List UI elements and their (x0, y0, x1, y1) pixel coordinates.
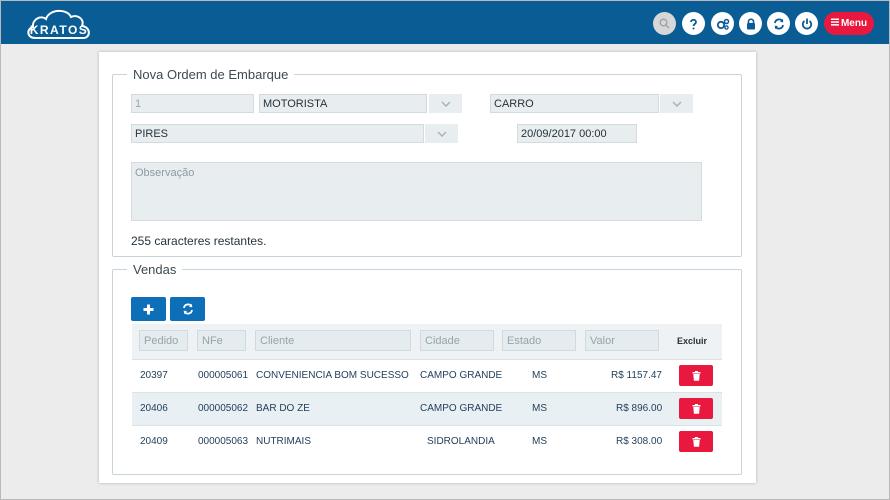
cell-nfe: 000005063 (198, 436, 249, 447)
delete-row-button[interactable] (679, 365, 713, 386)
cell-pedido: 20397 (140, 370, 168, 381)
section-title: Vendas (133, 262, 177, 277)
chevron-down-icon (436, 130, 447, 137)
trash-icon (692, 370, 700, 381)
lock-icon (746, 17, 755, 29)
delete-column-header: Excluir (677, 336, 708, 346)
refresh-button[interactable] (767, 12, 790, 35)
route-select[interactable]: PIRES (131, 124, 424, 143)
table-row[interactable]: 20406 000005062 BAR DO ZE CAMPO GRANDE M… (132, 392, 722, 425)
trash-icon (692, 436, 700, 447)
remaining-characters-text: 255 caracteres restantes. (131, 234, 267, 248)
power-button[interactable] (795, 12, 818, 35)
filter-cliente[interactable]: Cliente (255, 330, 411, 351)
cell-nfe: 000005062 (198, 403, 249, 414)
cell-estado: MS (532, 370, 547, 381)
sales-table: Pedido NFe Cliente Cidade Estado Valor E… (132, 324, 722, 458)
filter-cidade[interactable]: Cidade (420, 330, 494, 351)
cell-valor: R$ 1157.47 (611, 370, 662, 381)
route-dropdown-toggle[interactable] (425, 124, 458, 143)
cell-nfe: 000005061 (198, 370, 249, 381)
lock-button[interactable] (739, 12, 762, 35)
driver-select[interactable]: MOTORISTA (259, 94, 427, 113)
cell-pedido: 20406 (140, 403, 168, 414)
order-number-field[interactable]: 1 (131, 94, 254, 113)
cell-estado: MS (532, 436, 547, 447)
hamburger-icon (830, 18, 839, 29)
driver-dropdown-toggle[interactable] (429, 94, 462, 113)
cell-valor: R$ 308.00 (616, 436, 663, 447)
datetime-field[interactable]: 20/09/2017 00:00 (517, 124, 637, 143)
delete-row-button[interactable] (679, 398, 713, 419)
filter-valor[interactable]: Valor (585, 330, 659, 351)
refresh-sales-button[interactable] (170, 297, 205, 321)
logo-text: KRATOS (29, 23, 89, 37)
vehicle-dropdown-toggle[interactable] (660, 94, 693, 113)
chevron-down-icon (440, 100, 451, 107)
vehicle-select[interactable]: CARRO (490, 94, 659, 113)
table-row[interactable]: 20409 000005063 NUTRIMAIS SIDROLANDIA MS… (132, 425, 722, 458)
power-icon (801, 18, 812, 29)
observation-textarea[interactable]: Observação (131, 162, 702, 221)
refresh-icon (773, 18, 784, 29)
cell-cliente: CONVENIENCIA BOM SUCESSO (256, 370, 409, 381)
refresh-icon (182, 303, 193, 315)
filter-pedido[interactable]: Pedido (139, 330, 188, 351)
main-panel: Nova Ordem de Embarque 1 MOTORISTA CARRO… (99, 52, 756, 483)
menu-label: Menu (840, 18, 868, 29)
section-title: Nova Ordem de Embarque (133, 67, 289, 82)
settings-button[interactable] (711, 12, 734, 35)
menu-button[interactable]: Menu (824, 12, 874, 35)
cell-cliente: NUTRIMAIS (256, 436, 311, 447)
filter-estado[interactable]: Estado (502, 330, 576, 351)
top-navbar: KRATOS Menu (1, 1, 889, 44)
table-row[interactable]: 20397 000005061 CONVENIENCIA BOM SUCESSO… (132, 359, 722, 392)
cell-cidade: SIDROLANDIA (427, 436, 495, 447)
help-button[interactable] (682, 12, 705, 35)
kratos-logo[interactable]: KRATOS (25, 5, 93, 41)
add-sale-button[interactable] (131, 297, 166, 321)
filter-nfe[interactable]: NFe (197, 330, 246, 351)
cell-estado: MS (532, 403, 547, 414)
delete-row-button[interactable] (679, 431, 713, 452)
cell-valor: R$ 896.00 (616, 403, 663, 414)
search-icon (659, 18, 670, 29)
search-button[interactable] (653, 12, 676, 35)
settings-icon (716, 18, 729, 30)
help-icon (690, 18, 697, 29)
cell-cliente: BAR DO ZE (256, 403, 310, 414)
trash-icon (692, 403, 700, 414)
chevron-down-icon (671, 100, 682, 107)
cell-cidade: CAMPO GRANDE (420, 403, 503, 414)
cell-pedido: 20409 (140, 436, 168, 447)
cell-cidade: CAMPO GRANDE (420, 370, 503, 381)
plus-icon (143, 304, 154, 314)
